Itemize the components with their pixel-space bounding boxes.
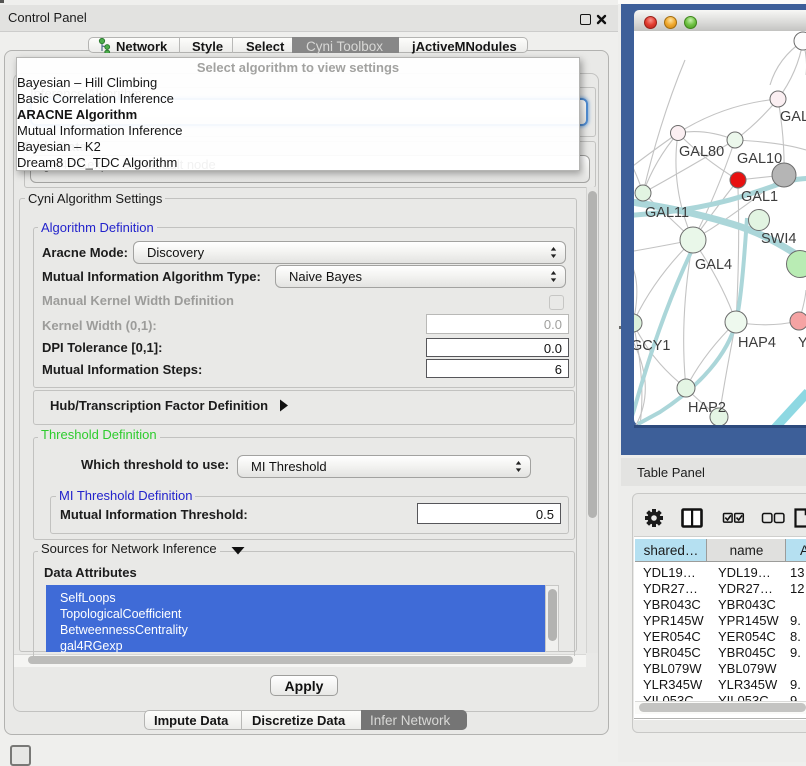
svg-text:HAP2: HAP2 [688,400,726,416]
svg-text:YL: YL [798,335,806,351]
svg-text:GAL11: GAL11 [645,205,689,221]
svg-text:GAL10: GAL10 [737,151,782,167]
svg-text:GAL1: GAL1 [741,189,778,205]
svg-text:GCY1: GCY1 [634,338,671,354]
svg-text:GAL7: GAL7 [780,109,806,125]
svg-text:GAL80: GAL80 [679,144,724,160]
svg-text:HAP4: HAP4 [738,335,776,351]
svg-text:SWI4: SWI4 [761,231,796,247]
svg-text:GAL4: GAL4 [695,257,732,273]
